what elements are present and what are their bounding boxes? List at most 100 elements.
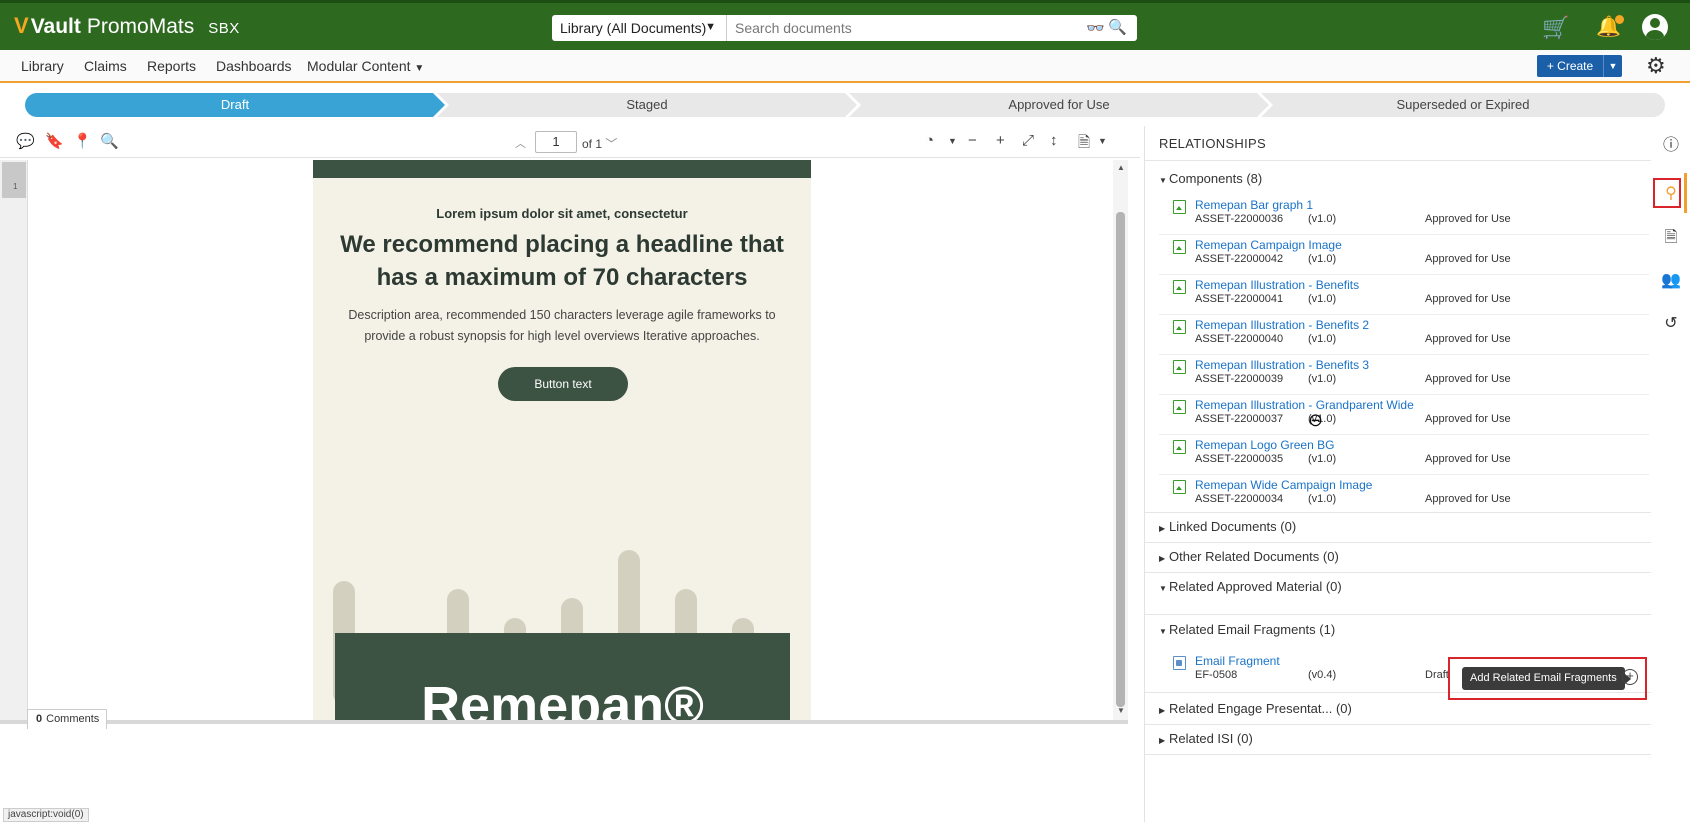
zoom-out-icon[interactable]: − (968, 132, 977, 149)
related-approved-material-header[interactable]: ▼ Related Approved Material (0) (1159, 579, 1342, 594)
chevron-down-icon: ▼ (414, 63, 425, 74)
component-id: ASSET-22000036 (1195, 213, 1284, 225)
comments-tab[interactable]: 0 Comments (27, 709, 107, 729)
zoom-mode-icon[interactable]: ◔ (925, 132, 934, 149)
related-isi-header[interactable]: ▶ Related ISI (0) (1159, 731, 1253, 746)
component-id: ASSET-22000039 (1195, 373, 1284, 385)
email-fragment-name[interactable]: Email Fragment (1195, 654, 1280, 668)
history-icon[interactable]: ↺ (1661, 313, 1681, 333)
zoom-cursor-icon: ⊖ (1308, 410, 1324, 430)
email-brand-block: Remepan® (335, 633, 790, 720)
caret-right-icon: ▶ (1159, 736, 1166, 745)
document-scrollbar[interactable]: ▲ ▼ (1113, 160, 1128, 720)
binoculars-icon[interactable]: 👓 (1086, 19, 1105, 37)
thumbnail-strip: 1 (0, 160, 28, 720)
chevron-down-icon[interactable]: ▼ (1604, 55, 1622, 77)
page-number-input[interactable]: 1 (535, 131, 577, 153)
user-avatar-icon[interactable] (1642, 14, 1668, 40)
image-file-icon (1173, 440, 1186, 454)
image-file-icon (1173, 280, 1186, 294)
chevron-down-icon[interactable]: ▼ (948, 136, 957, 146)
component-name[interactable]: Remepan Bar graph 1 (1195, 198, 1313, 212)
create-button[interactable]: + Create ▼ (1537, 55, 1622, 77)
search-icon[interactable]: 🔍 (1108, 18, 1127, 36)
related-engage-header[interactable]: ▶ Related Engage Presentat... (0) (1159, 701, 1352, 716)
component-id: ASSET-22000035 (1195, 453, 1284, 465)
bookmark-icon[interactable]: 🔖 (45, 132, 64, 150)
nav-reports[interactable]: Reports (147, 58, 196, 74)
component-name[interactable]: Remepan Illustration - Grandparent Wide (1195, 398, 1414, 412)
search-box[interactable]: 👓 🔍 (727, 15, 1137, 41)
chevron-down-icon[interactable]: ▼ (1098, 136, 1107, 146)
document-options-icon[interactable]: 🗎 (1078, 132, 1090, 157)
image-file-icon (1173, 320, 1186, 334)
caret-down-icon: ▼ (1159, 176, 1167, 185)
nav-modular-content[interactable]: Modular Content ▼ (307, 58, 424, 74)
scroll-down-icon[interactable]: ▼ (1117, 706, 1125, 715)
email-preview: Lorem ipsum dolor sit amet, consectetur … (313, 160, 811, 720)
fit-height-icon[interactable]: ↕ (1050, 132, 1058, 149)
row-divider (1159, 474, 1649, 475)
notifications-bell-icon[interactable]: 🔔 (1596, 14, 1624, 39)
component-version: (v1.0) (1308, 253, 1337, 265)
other-related-documents-header[interactable]: ▶ Other Related Documents (0) (1159, 549, 1339, 564)
document-icon[interactable]: 🗎 (1661, 226, 1681, 253)
vault-logo[interactable]: V Vault PromoMats SBX (14, 13, 240, 39)
library-scope-select[interactable]: Library (All Documents) ▼ (552, 15, 727, 41)
create-button-label[interactable]: + Create (1537, 55, 1604, 77)
component-name[interactable]: Remepan Campaign Image (1195, 238, 1342, 252)
component-name[interactable]: Remepan Wide Campaign Image (1195, 478, 1372, 492)
gear-icon[interactable]: ⚙ (1646, 53, 1666, 79)
lifecycle-bar: Draft Staged Approved for Use Superseded… (25, 93, 1665, 117)
image-file-icon (1173, 200, 1186, 214)
component-name[interactable]: Remepan Illustration - Benefits 2 (1195, 318, 1369, 332)
component-id: ASSET-22000042 (1195, 253, 1284, 265)
email-fragment-status: Draft (1425, 669, 1449, 681)
active-rail-indicator (1684, 173, 1687, 213)
sharing-icon[interactable]: 👥 (1661, 270, 1681, 290)
component-name[interactable]: Remepan Illustration - Benefits 3 (1195, 358, 1369, 372)
lifecycle-stage-approved: Approved for Use (849, 93, 1269, 117)
lifecycle-stage-draft: Draft (25, 93, 445, 117)
main-nav: Library Claims Reports Dashboards Modula… (0, 50, 1690, 83)
cart-icon[interactable]: 🛒 (1542, 15, 1569, 41)
component-item[interactable]: Remepan Wide Campaign Image ASSET-2200003… (1173, 478, 1643, 520)
comments-label: Comments (46, 713, 100, 725)
page-thumbnail[interactable]: 1 (2, 162, 26, 198)
nav-claims[interactable]: Claims (84, 58, 127, 74)
chevron-down-icon[interactable]: ﹀ (605, 137, 617, 151)
row-divider (1159, 434, 1649, 435)
chevron-up-icon[interactable]: ︿ (515, 135, 526, 151)
scrollbar-thumb[interactable] (1116, 212, 1125, 707)
add-circle-icon[interactable]: + (1622, 669, 1638, 685)
nav-library[interactable]: Library (21, 58, 64, 74)
component-name[interactable]: Remepan Logo Green BG (1195, 438, 1334, 452)
search-icon[interactable]: 🔍 (100, 132, 119, 150)
fit-page-icon[interactable]: ⤢ (1022, 132, 1034, 149)
search-input[interactable] (727, 15, 1067, 41)
caret-right-icon: ▶ (1159, 706, 1166, 715)
nav-dashboards[interactable]: Dashboards (216, 58, 292, 74)
top-header: V Vault PromoMats SBX Library (All Docum… (0, 0, 1690, 50)
component-status: Approved for Use (1425, 333, 1511, 345)
linked-documents-header[interactable]: ▶ Linked Documents (0) (1159, 519, 1296, 534)
chevron-down-icon: ▼ (705, 21, 716, 33)
brand-wordmark: Remepan® (421, 676, 704, 720)
location-pin-icon[interactable]: 📍 (73, 132, 92, 150)
related-email-fragments-header[interactable]: ▼ Related Email Fragments (1) (1159, 622, 1335, 637)
image-file-icon (1173, 480, 1186, 494)
caret-down-icon: ▼ (1159, 627, 1167, 636)
zoom-in-icon[interactable]: + (996, 132, 1005, 149)
components-section-header[interactable]: ▼ Components (8) (1159, 171, 1262, 186)
add-annotation-icon[interactable]: 💬 (16, 132, 35, 150)
component-name[interactable]: Remepan Illustration - Benefits (1195, 278, 1359, 292)
logo-brand: Vault (30, 15, 81, 38)
info-icon[interactable]: ⓘ (1661, 131, 1681, 155)
image-file-icon (1173, 400, 1186, 414)
divider (1145, 542, 1652, 543)
relationships-icon[interactable]: ⚲ (1661, 183, 1681, 203)
email-headline: We recommend placing a headline that has… (340, 231, 784, 291)
nav-modular-content-label: Modular Content (307, 58, 411, 74)
email-eyebrow: Lorem ipsum dolor sit amet, consectetur (436, 206, 688, 221)
scroll-up-icon[interactable]: ▲ (1117, 163, 1125, 172)
